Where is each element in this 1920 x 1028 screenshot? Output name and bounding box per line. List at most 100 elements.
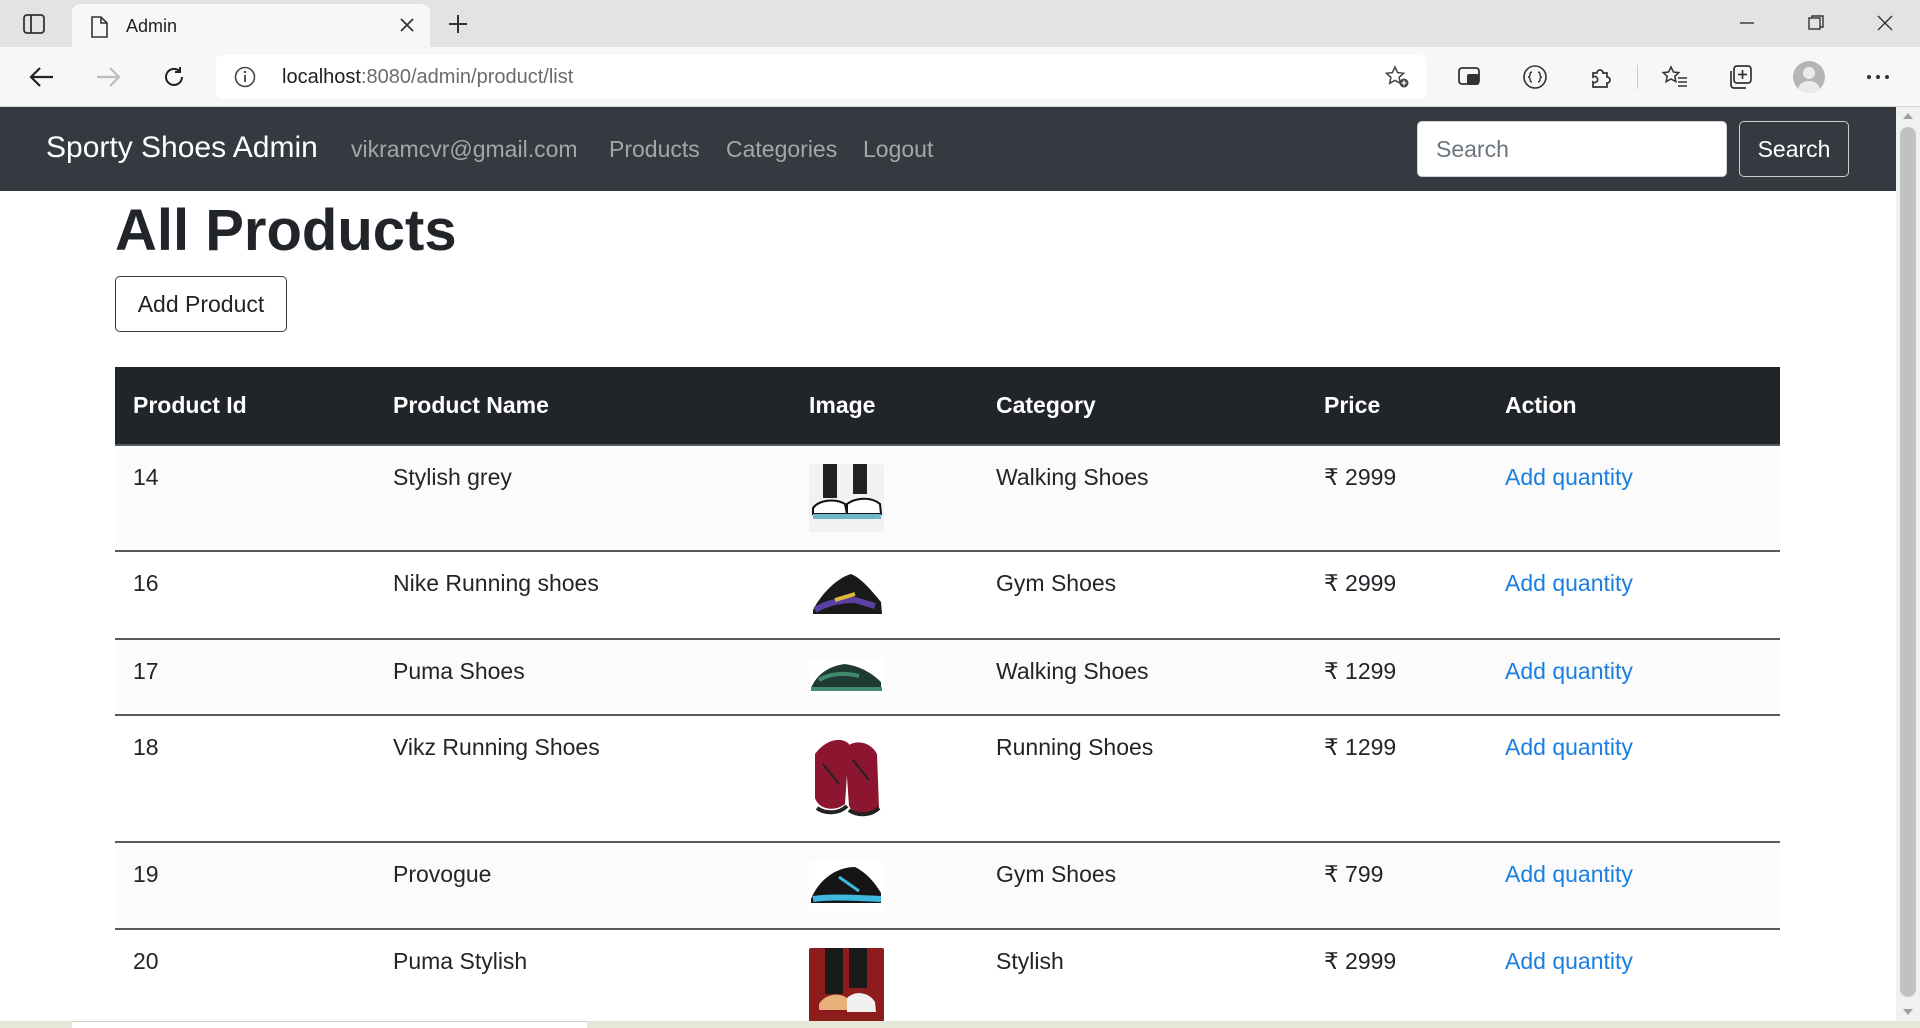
new-tab-icon[interactable] <box>442 10 474 38</box>
search-button[interactable]: Search <box>1739 121 1849 177</box>
search-input[interactable] <box>1417 121 1727 177</box>
cell-product-id: 17 <box>115 638 375 715</box>
add-quantity-link[interactable]: Add quantity <box>1505 464 1633 490</box>
collections-icon[interactable] <box>1724 61 1756 93</box>
scrollbar-thumb[interactable] <box>1900 127 1916 997</box>
table-row: 20 Puma Stylish Stylish ₹ 2999 Add quant… <box>115 928 1780 1021</box>
table-row: 17 Puma Shoes Walking Shoes ₹ 1299 Add q… <box>115 638 1780 715</box>
add-product-button[interactable]: Add Product <box>115 276 287 332</box>
cell-image <box>791 638 978 715</box>
browser-toolbar: localhost:8080/admin/product/list <box>0 47 1920 107</box>
scroll-down-icon[interactable] <box>1903 1009 1913 1015</box>
nav-categories[interactable]: Categories <box>726 136 837 163</box>
cell-category: Gym Shoes <box>978 550 1306 639</box>
page-viewport: Sporty Shoes Admin vikramcvr@gmail.com P… <box>0 107 1896 1021</box>
table-row: 18 Vikz Running Shoes Running Shoes ₹ 12… <box>115 714 1780 842</box>
header-action: Action <box>1487 367 1780 445</box>
site-navbar: Sporty Shoes Admin vikramcvr@gmail.com P… <box>0 107 1896 191</box>
cell-product-id: 16 <box>115 550 375 639</box>
navbar-brand[interactable]: Sporty Shoes Admin <box>46 131 318 165</box>
table-header-row: Product Id Product Name Image Category P… <box>115 367 1780 445</box>
tab-title: Admin <box>126 16 178 36</box>
url-text: localhost:8080/admin/product/list <box>282 66 574 88</box>
cell-price: ₹ 2999 <box>1306 928 1487 1021</box>
cell-image <box>791 928 978 1021</box>
cell-product-id: 18 <box>115 714 375 842</box>
cell-action: Add quantity <box>1487 444 1780 551</box>
product-image <box>809 948 884 1021</box>
taskbar-window-preview <box>72 1021 587 1028</box>
header-image: Image <box>791 367 978 445</box>
nav-logout[interactable]: Logout <box>863 136 933 163</box>
cell-product-id: 14 <box>115 444 375 551</box>
nav-products[interactable]: Products <box>609 136 700 163</box>
address-bar[interactable]: localhost:8080/admin/product/list <box>216 55 1426 99</box>
vertical-scrollbar[interactable] <box>1896 107 1920 1021</box>
cell-image <box>791 550 978 639</box>
cell-product-name: Stylish grey <box>375 444 791 551</box>
refresh-icon[interactable] <box>156 59 192 95</box>
cell-category: Gym Shoes <box>978 841 1306 929</box>
restore-icon[interactable] <box>1793 8 1839 38</box>
cell-action: Add quantity <box>1487 714 1780 842</box>
page-icon <box>90 16 108 42</box>
table-row: 19 Provogue Gym Shoes ₹ 799 Add quantity <box>115 841 1780 929</box>
header-product-id: Product Id <box>115 367 375 445</box>
back-icon[interactable] <box>24 59 60 95</box>
close-tab-icon[interactable] <box>398 16 416 38</box>
more-menu-icon[interactable] <box>1862 61 1894 93</box>
cell-product-name: Provogue <box>375 841 791 929</box>
product-image <box>809 570 884 620</box>
cell-category: Walking Shoes <box>978 444 1306 551</box>
product-image <box>809 658 884 694</box>
add-quantity-link[interactable]: Add quantity <box>1505 570 1633 596</box>
table-row: 16 Nike Running shoes Gym Shoes ₹ 2999 A… <box>115 550 1780 639</box>
product-image <box>809 861 884 911</box>
add-quantity-link[interactable]: Add quantity <box>1505 658 1633 684</box>
cell-price: ₹ 1299 <box>1306 638 1487 715</box>
add-quantity-link[interactable]: Add quantity <box>1505 734 1633 760</box>
product-image <box>809 464 884 532</box>
cell-action: Add quantity <box>1487 841 1780 929</box>
extensions-icon[interactable] <box>1585 61 1617 93</box>
cell-action: Add quantity <box>1487 550 1780 639</box>
table-row: 14 Stylish grey Walking Shoes ₹ 2999 Add… <box>115 444 1780 551</box>
product-image <box>809 734 884 820</box>
cell-action: Add quantity <box>1487 638 1780 715</box>
extension-braces-icon[interactable] <box>1519 61 1551 93</box>
cell-product-id: 20 <box>115 928 375 1021</box>
cell-action: Add quantity <box>1487 928 1780 1021</box>
cell-product-id: 19 <box>115 841 375 929</box>
close-window-icon[interactable] <box>1862 8 1908 38</box>
profile-icon[interactable] <box>1793 61 1825 93</box>
cell-price: ₹ 1299 <box>1306 714 1487 842</box>
add-quantity-link[interactable]: Add quantity <box>1505 861 1633 887</box>
forward-icon[interactable] <box>90 59 126 95</box>
add-favorite-icon[interactable] <box>1384 65 1410 93</box>
browser-tab-active[interactable]: Admin <box>72 4 430 47</box>
taskbar-strip <box>0 1021 1920 1028</box>
tab-actions-icon[interactable] <box>18 10 50 38</box>
favorites-icon[interactable] <box>1659 61 1691 93</box>
scroll-up-icon[interactable] <box>1903 113 1913 119</box>
add-quantity-link[interactable]: Add quantity <box>1505 948 1633 974</box>
cell-category: Walking Shoes <box>978 638 1306 715</box>
minimize-icon[interactable] <box>1724 8 1770 38</box>
header-category: Category <box>978 367 1306 445</box>
header-price: Price <box>1306 367 1487 445</box>
cell-price: ₹ 799 <box>1306 841 1487 929</box>
browser-essentials-icon[interactable] <box>1454 61 1486 93</box>
cell-product-name: Puma Shoes <box>375 638 791 715</box>
page-title: All Products <box>115 198 457 263</box>
cell-image <box>791 841 978 929</box>
cell-category: Stylish <box>978 928 1306 1021</box>
cell-product-name: Nike Running shoes <box>375 550 791 639</box>
cell-image <box>791 714 978 842</box>
site-info-icon[interactable] <box>234 66 256 92</box>
products-table: Product Id Product Name Image Category P… <box>115 367 1780 1021</box>
cell-category: Running Shoes <box>978 714 1306 842</box>
nav-user-email[interactable]: vikramcvr@gmail.com <box>351 136 578 163</box>
cell-product-name: Vikz Running Shoes <box>375 714 791 842</box>
header-product-name: Product Name <box>375 367 791 445</box>
cell-price: ₹ 2999 <box>1306 444 1487 551</box>
